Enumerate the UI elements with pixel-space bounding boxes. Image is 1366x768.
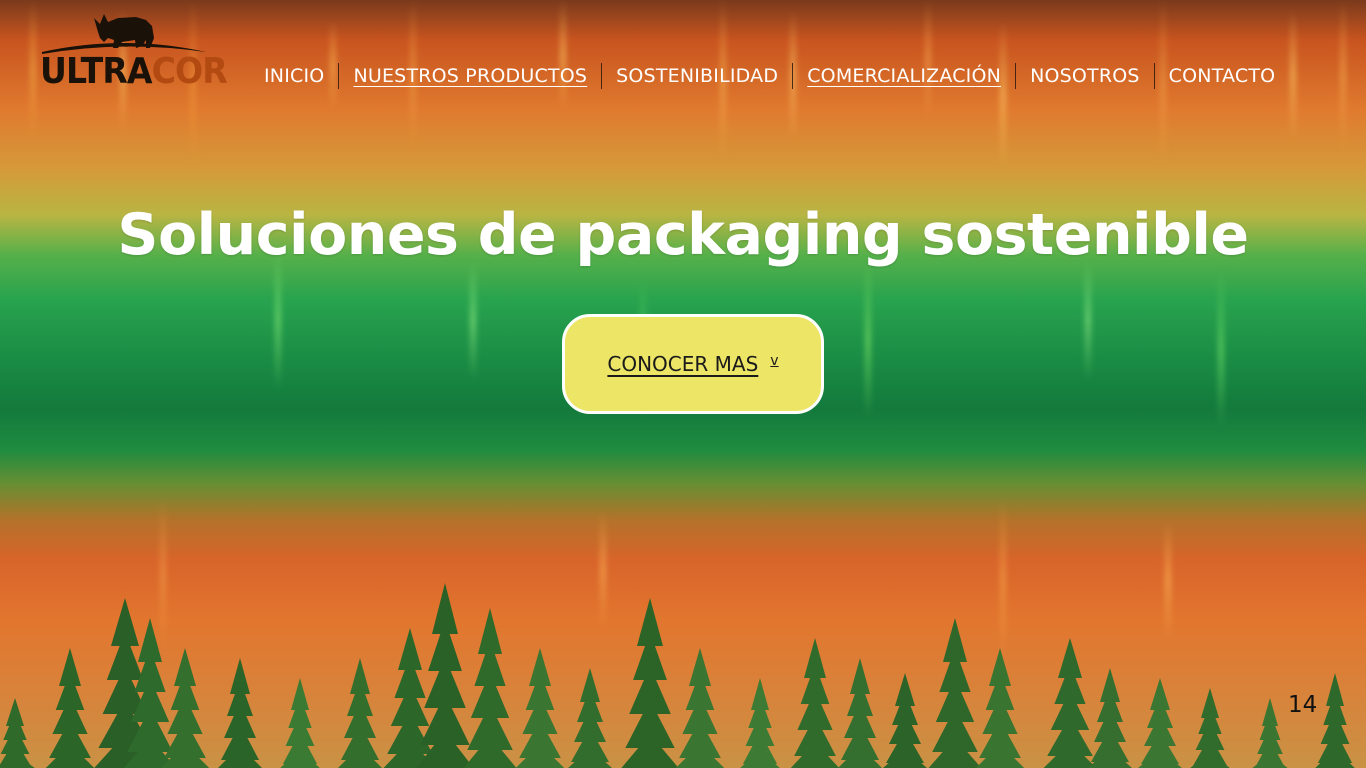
pine-tree — [463, 608, 517, 768]
light-streak — [30, 0, 36, 140]
pine-tree — [1088, 668, 1132, 768]
brand-logo[interactable]: ULTRACOR — [38, 8, 228, 98]
light-streak — [865, 260, 871, 420]
pine-tree — [338, 658, 382, 768]
pine-tree — [94, 598, 156, 768]
pine-tree — [218, 658, 262, 768]
pine-tree — [883, 673, 927, 768]
nav-item-sostenibilidad[interactable]: SOSTENIBILIDAD — [602, 65, 792, 87]
pine-tree — [1190, 688, 1230, 768]
light-streak — [1000, 500, 1006, 660]
light-streak — [1000, 20, 1006, 170]
pine-tree — [123, 618, 177, 768]
conocer-mas-button[interactable]: CONOCER MAS v — [562, 314, 824, 414]
brand-name-part1: ULTRA — [40, 51, 153, 92]
nav-item-nosotros[interactable]: NOSOTROS — [1016, 65, 1154, 87]
pine-tree — [1043, 638, 1097, 768]
pine-tree — [515, 648, 565, 768]
nav-item-comercializacion[interactable]: COMERCIALIZACIÓN — [793, 65, 1015, 87]
light-streak — [925, 0, 931, 120]
nav-divider — [1153, 63, 1155, 89]
page-number: 14 — [1288, 692, 1318, 718]
forest-silhouette — [0, 583, 1355, 768]
nav-item-inicio[interactable]: INICIO — [250, 65, 338, 87]
main-nav: INICIO NUESTROS PRODUCTOS SOSTENIBILIDAD… — [250, 62, 1289, 90]
pine-tree — [790, 638, 840, 768]
pine-tree — [568, 668, 612, 768]
pine-tree — [838, 658, 882, 768]
nav-divider — [1015, 63, 1017, 89]
light-streak — [560, 0, 566, 110]
pine-tree — [383, 628, 437, 768]
chevron-down-icon: v — [770, 353, 779, 369]
pine-tree — [416, 583, 474, 768]
pine-tree — [675, 648, 725, 768]
pine-tree — [740, 678, 780, 768]
pine-tree — [928, 618, 982, 768]
nav-divider — [601, 63, 603, 89]
landing-page: ULTRACOR INICIO NUESTROS PRODUCTOS SOSTE… — [0, 0, 1366, 768]
pine-tree — [45, 648, 95, 768]
nav-item-contacto[interactable]: CONTACTO — [1155, 65, 1290, 87]
light-streak — [1085, 260, 1091, 380]
nav-divider — [338, 63, 340, 89]
brand-wordmark: ULTRACOR — [40, 51, 228, 92]
light-streak — [1340, 0, 1346, 150]
pine-tree — [621, 598, 679, 768]
brand-name-part2: COR — [151, 51, 228, 92]
pine-tree — [160, 648, 210, 768]
cta-label: CONOCER MAS — [607, 352, 759, 376]
light-streak — [160, 500, 166, 650]
nav-divider — [792, 63, 794, 89]
light-streak — [470, 260, 476, 380]
pine-tree — [1138, 678, 1182, 768]
pine-tree — [280, 678, 320, 768]
pine-tree — [975, 648, 1025, 768]
light-streak — [1290, 10, 1296, 140]
light-streak — [1165, 520, 1171, 640]
hero-title: Soluciones de packaging sostenible — [117, 202, 1249, 268]
light-streak — [1218, 270, 1224, 430]
light-streak — [275, 250, 281, 390]
nav-item-nuestros-productos[interactable]: NUESTROS PRODUCTOS — [339, 65, 601, 87]
pine-tree — [1315, 673, 1355, 768]
light-streak — [600, 510, 606, 630]
pine-tree — [1252, 698, 1288, 768]
pine-tree — [0, 698, 35, 768]
